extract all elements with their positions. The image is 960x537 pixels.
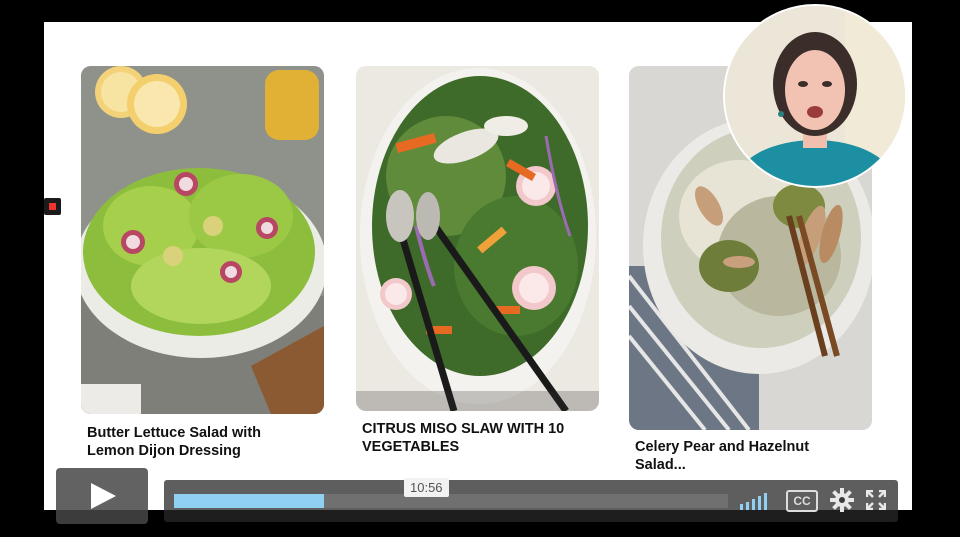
progress-bar[interactable] [174,494,728,508]
progress-fill [174,494,324,508]
play-button[interactable] [56,468,148,524]
control-bar: 10:56 CC [164,478,898,522]
recipe-title: Butter Lettuce Salad with Lemon Dijon Dr… [87,425,262,459]
presenter-webcam-bubble[interactable] [723,4,907,188]
timestamp-tooltip: 10:56 [404,478,449,497]
recipe-card-butter-lettuce[interactable]: Butter Lettuce Salad with Lemon Dijon Dr… [81,66,324,476]
recipe-card-citrus-miso-slaw[interactable]: CITRUS MISO SLAW WITH 10 VEGETABLES [356,66,599,476]
video-player-controls: 10:56 CC [56,468,898,524]
recipe-photo [356,66,599,411]
volume-icon[interactable] [740,492,774,510]
play-icon [91,483,116,509]
recipe-title: CITRUS MISO SLAW WITH 10 VEGETABLES [362,421,565,455]
recording-indicator-icon [44,198,61,215]
recipe-photo [81,66,324,414]
settings-gear-icon[interactable] [830,488,854,512]
fullscreen-icon[interactable] [866,490,886,510]
closed-captions-button[interactable]: CC [786,490,818,512]
